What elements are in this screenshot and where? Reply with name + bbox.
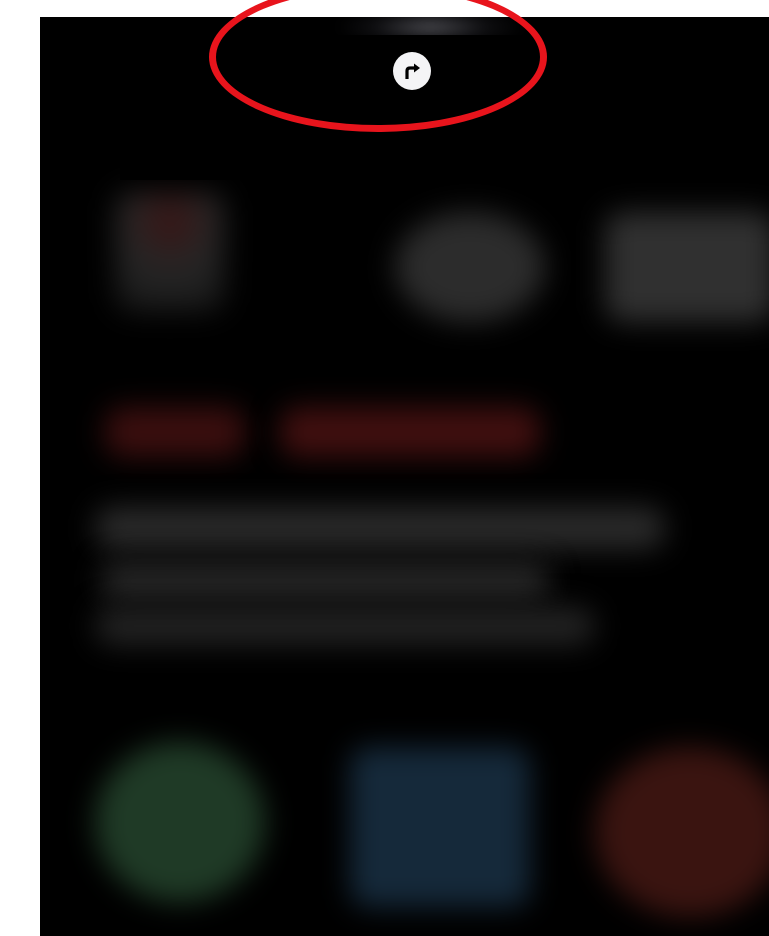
blurred-text-line [95, 607, 595, 645]
directions-button[interactable] [393, 52, 431, 90]
blurred-tile [115, 192, 225, 312]
blurred-text-line [95, 507, 665, 549]
blurred-heading [105, 407, 245, 457]
blurred-app-icon [595, 747, 769, 917]
blurred-tile [395, 212, 545, 322]
turn-right-arrow-icon [401, 60, 423, 82]
blurred-app-icon [350, 747, 530, 907]
app-screen [40, 17, 769, 936]
blurred-app-icon [95, 742, 265, 902]
blurred-tile [605, 212, 769, 322]
blurred-heading [280, 407, 540, 457]
blurred-text-line [100, 562, 550, 600]
